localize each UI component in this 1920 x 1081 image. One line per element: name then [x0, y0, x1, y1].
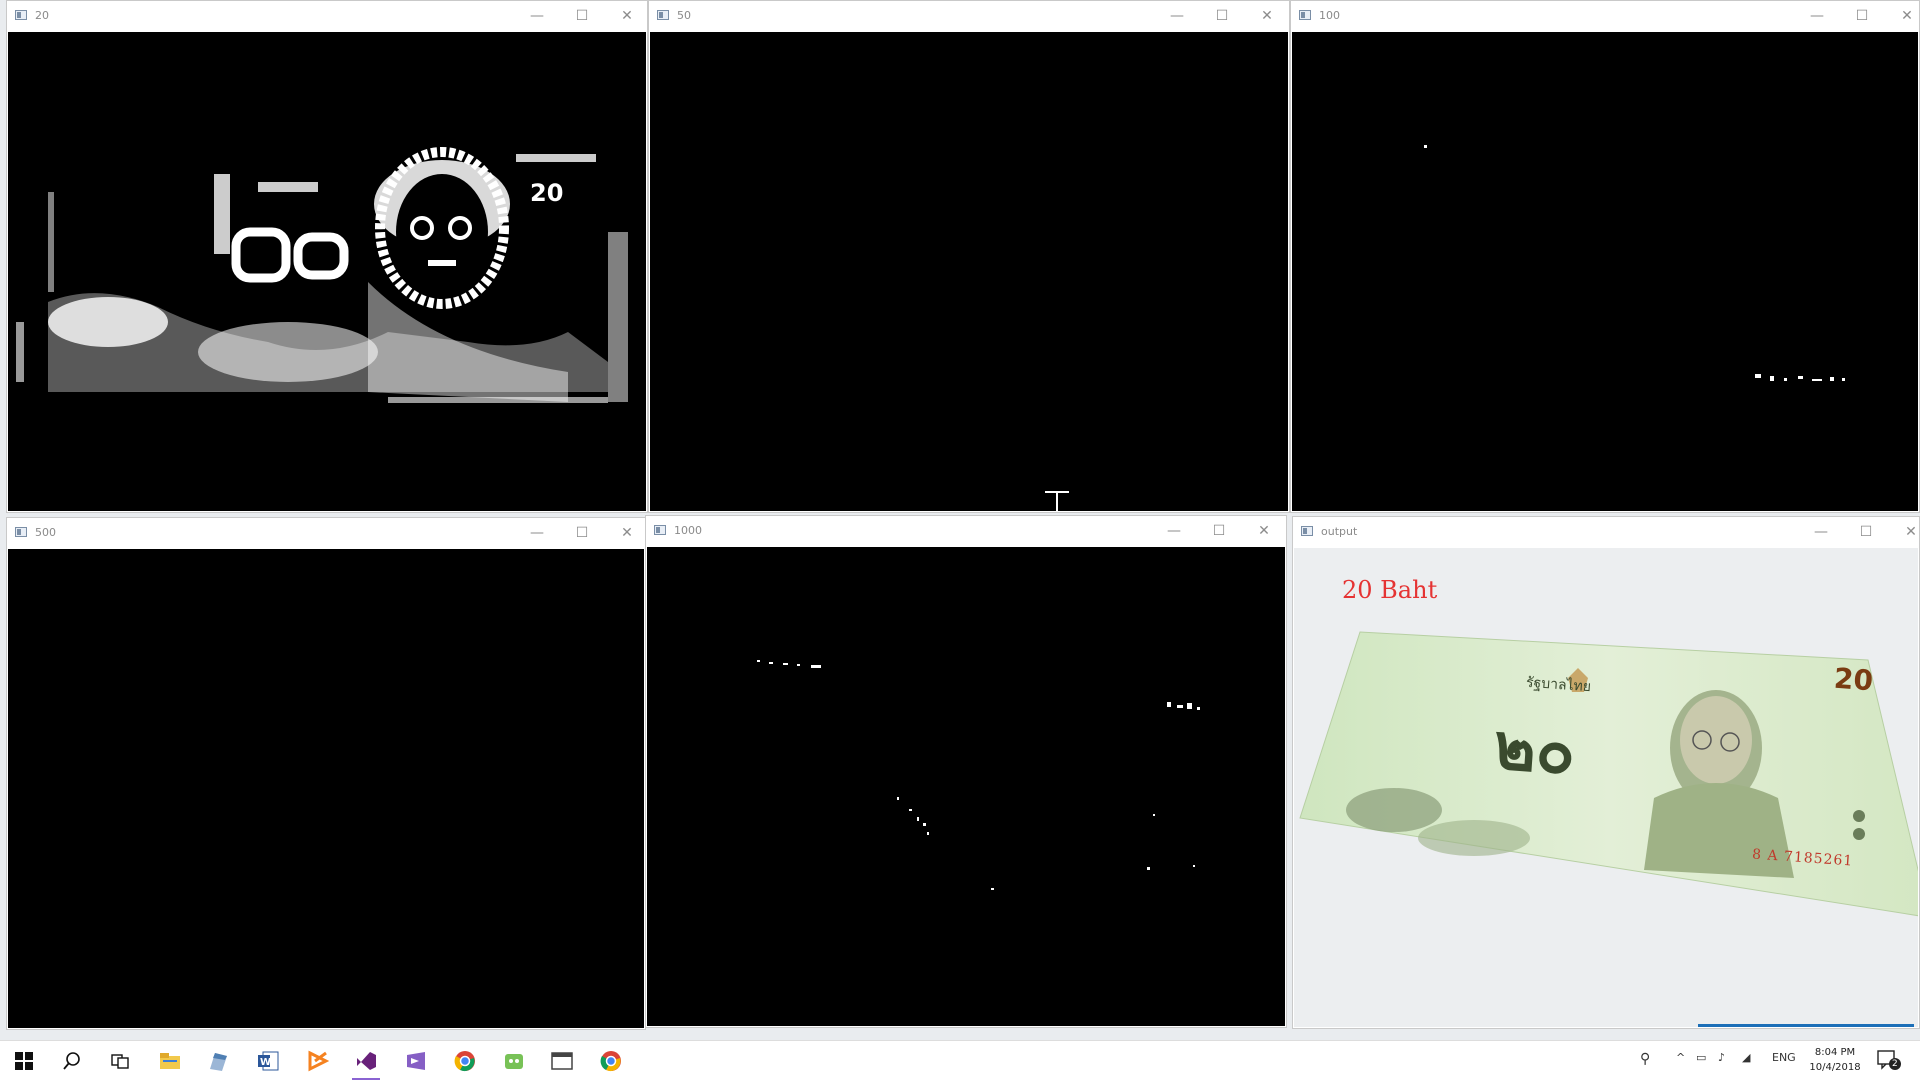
- titlebar[interactable]: 500 — ☐ ✕: [7, 518, 645, 548]
- titlebar[interactable]: output — ☐ ✕: [1293, 517, 1919, 547]
- threshold-image-50: [650, 32, 1288, 511]
- crosshair-cursor-icon: [1045, 491, 1069, 511]
- app-window-icon: [15, 10, 27, 20]
- banknote: [1299, 631, 1918, 917]
- progress-bar: [1698, 1024, 1914, 1027]
- file-explorer-icon[interactable]: [150, 1045, 190, 1077]
- close-button[interactable]: ✕: [1896, 521, 1920, 543]
- titlebar[interactable]: 50 — ☐ ✕: [649, 1, 1289, 31]
- chrome-icon[interactable]: [445, 1045, 485, 1077]
- minimize-button[interactable]: —: [1806, 521, 1836, 543]
- windows-start-icon[interactable]: [4, 1045, 44, 1077]
- maximize-button[interactable]: ☐: [567, 5, 597, 27]
- svg-text:20: 20: [530, 179, 563, 207]
- minimize-button[interactable]: —: [1802, 5, 1832, 27]
- window-title: 500: [35, 526, 56, 539]
- window-title: 20: [35, 9, 49, 22]
- window-100[interactable]: 100 — ☐ ✕: [1290, 0, 1920, 513]
- output-image: 20 Baht ๒๐ รัฐบาลไทย 20 8 A 7185261: [1294, 548, 1918, 1027]
- window-title: 50: [677, 9, 691, 22]
- svg-text:W: W: [260, 1057, 271, 1068]
- window-50[interactable]: 50 — ☐ ✕: [648, 0, 1290, 513]
- window-1000[interactable]: 1000 — ☐ ✕: [645, 515, 1287, 1028]
- close-button[interactable]: ✕: [1249, 520, 1279, 542]
- app-icon[interactable]: [198, 1045, 238, 1077]
- threshold-image-100: [1292, 32, 1918, 511]
- window-500[interactable]: 500 — ☐ ✕: [6, 517, 646, 1030]
- window-title: 100: [1319, 9, 1340, 22]
- banknote-value: 20: [1832, 661, 1875, 698]
- threshold-image-1000: [647, 547, 1285, 1026]
- clock[interactable]: 8:04 PM 10/4/2018: [1806, 1045, 1864, 1075]
- visual-studio-alt-icon[interactable]: [396, 1045, 436, 1077]
- taskbar: W ⚲ ^ ▭ ♪ ◢ ENG 8:04 PM 10/4/2018 2: [0, 1040, 1920, 1081]
- visual-studio-icon[interactable]: [346, 1045, 386, 1080]
- close-button[interactable]: ✕: [612, 522, 642, 544]
- language-indicator[interactable]: ENG: [1772, 1051, 1796, 1064]
- close-button[interactable]: ✕: [1892, 5, 1920, 27]
- minimize-button[interactable]: —: [522, 5, 552, 27]
- people-icon[interactable]: ⚲: [1640, 1051, 1650, 1067]
- chevron-up-icon[interactable]: ^: [1676, 1051, 1685, 1064]
- android-studio-icon[interactable]: [494, 1045, 534, 1077]
- app-window-icon: [1299, 10, 1311, 20]
- threshold-image-500: [8, 549, 644, 1028]
- close-button[interactable]: ✕: [1252, 5, 1282, 27]
- task-view-icon[interactable]: [100, 1045, 140, 1077]
- maximize-button[interactable]: ☐: [1207, 5, 1237, 27]
- notification-count: 2: [1889, 1058, 1901, 1070]
- window-title: output: [1321, 525, 1358, 538]
- threshold-image-20: 20: [8, 32, 646, 511]
- date-text: 10/4/2018: [1809, 1062, 1861, 1073]
- close-button[interactable]: ✕: [612, 5, 642, 27]
- wifi-icon[interactable]: ◢: [1742, 1051, 1750, 1064]
- app-window-icon: [15, 527, 27, 537]
- titlebar[interactable]: 20 — ☐ ✕: [7, 1, 647, 31]
- time-text: 8:04 PM: [1814, 1047, 1856, 1058]
- network-icon[interactable]: ▭: [1696, 1051, 1706, 1064]
- banknote-thai-text: รัฐบาลไทย: [1525, 674, 1592, 696]
- chrome-canary-icon[interactable]: [591, 1045, 631, 1077]
- search-icon[interactable]: [52, 1045, 92, 1077]
- xampp-icon[interactable]: [298, 1045, 338, 1077]
- app-window-icon: [654, 525, 666, 535]
- titlebar[interactable]: 1000 — ☐ ✕: [646, 516, 1286, 546]
- banknote-large-digits: ๒๐: [1491, 710, 1578, 790]
- volume-icon[interactable]: ♪: [1718, 1051, 1725, 1064]
- window-app-icon[interactable]: [542, 1045, 582, 1077]
- maximize-button[interactable]: ☐: [1847, 5, 1877, 27]
- maximize-button[interactable]: ☐: [567, 522, 597, 544]
- maximize-button[interactable]: ☐: [1851, 521, 1881, 543]
- minimize-button[interactable]: —: [1162, 5, 1192, 27]
- minimize-button[interactable]: —: [522, 522, 552, 544]
- maximize-button[interactable]: ☐: [1204, 520, 1234, 542]
- window-output[interactable]: output — ☐ ✕ 20 Baht ๒๐ รัฐบาลไทย 20 8 A…: [1292, 516, 1920, 1029]
- app-window-icon: [1301, 526, 1313, 536]
- window-title: 1000: [674, 524, 702, 537]
- minimize-button[interactable]: —: [1159, 520, 1189, 542]
- window-20[interactable]: 20 — ☐ ✕ 20: [6, 0, 648, 513]
- app-window-icon: [657, 10, 669, 20]
- denomination-label: 20 Baht: [1342, 576, 1438, 604]
- titlebar[interactable]: 100 — ☐ ✕: [1291, 1, 1919, 31]
- notification-center-icon[interactable]: 2: [1876, 1049, 1901, 1071]
- word-icon[interactable]: W: [248, 1045, 288, 1077]
